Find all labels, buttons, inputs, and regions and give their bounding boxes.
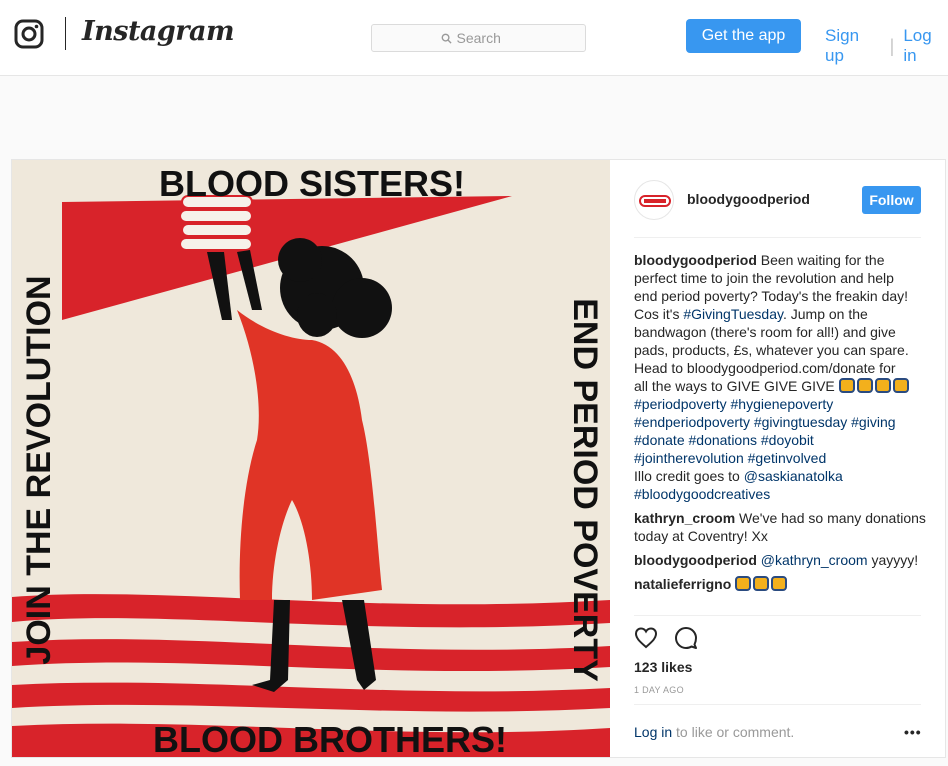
raised-hands-emoji <box>735 576 788 591</box>
login-prompt: Log in to like or comment. <box>634 724 794 740</box>
comment-icon[interactable] <box>674 626 698 650</box>
more-options-icon[interactable]: ••• <box>904 724 922 740</box>
caption-text: end period poverty? Today's the freakin … <box>634 288 909 304</box>
caption-text: . Jump on the <box>782 306 868 322</box>
comment-username[interactable]: bloodygoodperiod <box>634 552 757 568</box>
caption-text: Illo credit goes to <box>634 468 744 484</box>
poster-right-text: END PERIOD POVERTY <box>566 298 604 682</box>
post-card: BLOOD SISTERS! BLOOD BROTHERS! JOIN THE … <box>11 159 946 758</box>
header-divider <box>634 237 921 238</box>
poster-left-text: JOIN THE REVOLUTION <box>20 275 58 664</box>
likes-count[interactable]: 123 likes <box>634 659 692 675</box>
log-in-link[interactable]: Log in <box>903 26 948 66</box>
heart-icon[interactable] <box>634 626 658 650</box>
hashtag-link[interactable]: #endperiodpoverty #givingtuesday #giving <box>634 413 924 431</box>
comment-item: natalieferrigno <box>634 575 924 593</box>
instagram-wordmark[interactable]: Instagram <box>82 16 235 47</box>
caption-text: all the ways to GIVE GIVE GIVE <box>634 378 839 394</box>
instagram-camera-icon[interactable] <box>14 19 44 49</box>
caption-text: perfect time to join the revolution and … <box>634 270 894 286</box>
mention-link[interactable]: @kathryn_croom <box>761 552 868 568</box>
caption-text: bandwagon (there's room for all!) and gi… <box>634 324 896 340</box>
caption-text: pads, products, £s, whatever you can spa… <box>634 342 909 358</box>
comment-text: yayyyy! <box>867 552 919 568</box>
poster-top-text: BLOOD SISTERS! <box>159 163 465 204</box>
search-input[interactable] <box>456 30 517 46</box>
sign-up-link[interactable]: Sign up <box>825 26 881 66</box>
comment-item: bloodygoodperiod @kathryn_croom yayyyy! <box>634 551 924 569</box>
comment-username[interactable]: natalieferrigno <box>634 576 731 592</box>
comments-list: bloodygoodperiod Been waiting for the pe… <box>634 251 926 593</box>
hashtag-link[interactable]: #jointherevolution #getinvolved <box>634 449 924 467</box>
footer-divider <box>634 704 921 705</box>
caption-text: Cos it's <box>634 306 684 322</box>
follow-button[interactable]: Follow <box>862 186 921 214</box>
search-icon <box>441 33 452 44</box>
post-timestamp: 1 DAY AGO <box>634 685 684 695</box>
raised-hands-emoji <box>838 378 909 393</box>
caption: bloodygoodperiod Been waiting for the pe… <box>634 251 924 503</box>
auth-links: Sign up | Log in <box>825 26 948 66</box>
comment-text: We've had so many donations <box>735 510 926 526</box>
brand-logo-icon <box>639 195 671 207</box>
post-sidebar: bloodygoodperiod Follow bloodygoodperiod… <box>610 160 945 757</box>
top-navigation-bar: Instagram Get the app Sign up | Log in <box>0 0 948 76</box>
avatar[interactable] <box>634 180 674 220</box>
post-header: bloodygoodperiod Follow <box>610 160 945 238</box>
post-author-username[interactable]: bloodygoodperiod <box>687 191 810 207</box>
mention-link[interactable]: @saskianatolka <box>744 468 843 484</box>
login-prompt-text: to like or comment. <box>672 724 795 740</box>
post-image[interactable]: BLOOD SISTERS! BLOOD BROTHERS! JOIN THE … <box>12 160 610 757</box>
hashtag-link[interactable]: #bloodygoodcreatives <box>634 485 924 503</box>
caption-text: Head to bloodygoodperiod.com/donate for <box>634 360 896 376</box>
post-actions <box>634 626 698 650</box>
comment-text: today at Coventry! Xx <box>634 528 768 544</box>
poster-bottom-text: BLOOD BROTHERS! <box>153 719 507 757</box>
hashtag-link[interactable]: #GivingTuesday <box>683 306 783 322</box>
blood-sisters-illustration: BLOOD SISTERS! BLOOD BROTHERS! JOIN THE … <box>12 160 610 757</box>
auth-separator: | <box>889 35 895 56</box>
hashtag-link[interactable]: #periodpoverty #hygienepoverty <box>634 395 924 413</box>
comments-divider <box>634 615 921 616</box>
hashtag-link[interactable]: #donate #donations #doyobit <box>634 431 924 449</box>
comment-username[interactable]: kathryn_croom <box>634 510 735 526</box>
caption-text: Been waiting for the <box>756 252 885 268</box>
get-the-app-button[interactable]: Get the app <box>686 19 801 53</box>
log-in-link-inline[interactable]: Log in <box>634 724 672 740</box>
logo-divider <box>65 17 66 50</box>
comment-item: kathryn_croom We've had so many donation… <box>634 509 926 545</box>
search-box[interactable] <box>371 24 586 52</box>
caption-username[interactable]: bloodygoodperiod <box>634 252 757 268</box>
